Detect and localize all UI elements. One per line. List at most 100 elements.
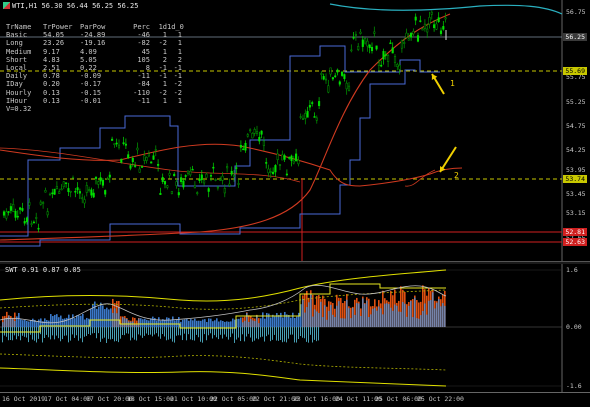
price-axis-label: 54.75: [566, 122, 586, 130]
candle-body: [14, 211, 17, 218]
swt-bar: [266, 312, 268, 327]
candle-body: [426, 28, 429, 33]
candle-body: [97, 181, 100, 185]
swt-bar: [176, 319, 178, 327]
symbol-title: WTI,H1 56.30 56.44 56.25 56.25: [3, 2, 138, 10]
time-axis-label: 25 Oct 22:00: [417, 395, 464, 403]
swt-bar-lower: [228, 327, 229, 340]
swt-bar: [230, 321, 232, 327]
swt-bar-lower: [244, 327, 245, 342]
swt-bar-lower: [12, 327, 13, 341]
swt-bar: [318, 313, 320, 327]
candle-body: [283, 155, 286, 160]
swt-bar: [146, 319, 148, 327]
swt-bar: [192, 320, 194, 327]
swt-bar-lower: [20, 327, 21, 341]
swt-bar: [322, 317, 324, 327]
stats-row: Hourly 0.13 -0.15 -110 -2 -2: [6, 89, 182, 97]
swt-bar: [400, 311, 402, 327]
stats-cell: 45: [141, 47, 150, 56]
swt-bar: [252, 320, 254, 327]
swt-indicator-canvas: [0, 264, 563, 392]
swt-bar-lower: [154, 327, 155, 335]
candle-body: [315, 117, 318, 121]
candle-body: [430, 11, 433, 15]
swt-bar: [314, 309, 316, 327]
swt-bar-lower: [222, 327, 223, 339]
swt-bar: [178, 317, 180, 327]
swt-bar: [338, 301, 340, 327]
stats-cell: 1: [177, 96, 182, 105]
candle-body: [152, 155, 155, 160]
candle-body: [193, 185, 196, 189]
swt-bar-lower: [96, 327, 97, 339]
swt-bar-lower: [78, 327, 79, 341]
candle-body: [244, 142, 247, 151]
swt-bar: [374, 307, 376, 327]
candle-body: [258, 136, 261, 142]
swt-bar: [282, 317, 284, 327]
swt-bar-lower: [236, 327, 237, 340]
candle-body: [276, 153, 279, 160]
swt-bar-lower: [272, 327, 273, 340]
stats-cell: 2: [177, 55, 182, 64]
swt-bar-lower: [162, 327, 163, 335]
candle-body: [398, 64, 401, 70]
swt-bar-lower: [46, 327, 47, 335]
candle-body: [69, 190, 72, 193]
swt-bar: [6, 317, 8, 327]
candle-body: [433, 24, 436, 28]
candle-body: [53, 188, 56, 195]
candle-body: [414, 16, 417, 21]
swt-bar: [348, 308, 350, 327]
swt-bar: [382, 314, 384, 327]
swt-bar: [188, 320, 190, 327]
swt-bar: [368, 316, 370, 327]
candle-body: [147, 153, 150, 157]
swt-bar-lower: [22, 327, 23, 336]
swt-bar-lower: [284, 327, 285, 342]
swt-bar-lower: [10, 327, 11, 340]
swt-bar-lower: [182, 327, 183, 341]
stats-cell: -0.17: [80, 80, 102, 89]
candle-body: [99, 177, 102, 182]
stats-row: Local 2.51 0.22 8 -1 -1: [6, 64, 182, 72]
stats-cell: 23.26: [43, 39, 65, 48]
swt-bar: [208, 318, 210, 327]
swt-bar-lower: [316, 327, 317, 342]
swt-bar: [408, 305, 410, 327]
time-axis-label: 22 Oct 21:00: [252, 395, 299, 403]
candle-body: [32, 221, 35, 224]
stats-cell: -11: [137, 96, 150, 105]
swt-bar: [134, 324, 136, 327]
swt-bar: [328, 310, 330, 327]
stats-cell: 1d: [158, 23, 167, 31]
stats-cell: 1: [177, 47, 182, 56]
candle-body: [412, 30, 415, 35]
stats-cell: TrName: [6, 23, 32, 31]
swt-bar-lower: [276, 327, 277, 341]
candle-body: [58, 191, 61, 194]
time-axis-label: 18 Oct 15:00: [127, 395, 174, 403]
swt-bar: [288, 315, 290, 327]
swt-bar: [436, 302, 438, 327]
annotation-label-1: 1: [450, 79, 455, 88]
time-axis-label: 17 Oct 20:00: [86, 395, 133, 403]
swt-bar: [228, 321, 230, 327]
price-chart-pane[interactable]: 12 WTI,H1 56.30 56.44 56.25 56.25 TrName…: [0, 0, 590, 262]
swt-bar: [26, 320, 28, 327]
swt-indicator-pane[interactable]: SWT 0.91 0.87 0.05 1.6 0.00 -1.6: [0, 264, 590, 392]
stats-cell: 9.17: [43, 47, 60, 56]
swt-bar-lower: [66, 327, 67, 336]
candle-body: [442, 26, 445, 30]
swt-bar: [302, 298, 304, 327]
swt-bar-lower: [280, 327, 281, 341]
swt-bar-lower: [38, 327, 39, 339]
candle-body: [318, 101, 321, 106]
time-axis-label: 23 Oct 16:00: [293, 395, 340, 403]
swt-bar: [82, 313, 84, 327]
candle-body: [44, 190, 47, 193]
candle-body: [35, 217, 38, 219]
swt-bar-lower: [30, 327, 31, 335]
swt-bar: [244, 320, 246, 327]
